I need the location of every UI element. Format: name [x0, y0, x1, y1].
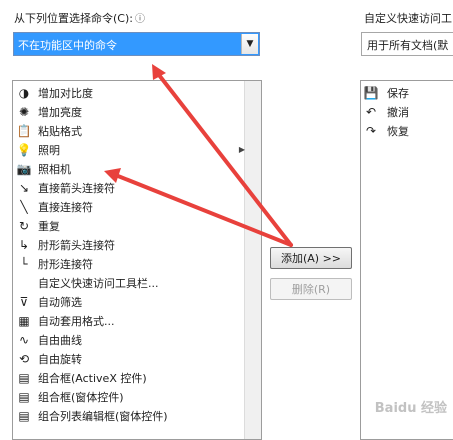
command-item-label: 肘形箭头连接符	[38, 238, 115, 252]
command-item[interactable]: ▦ 自动套用格式...	[14, 311, 244, 330]
lighting-icon: 💡	[16, 142, 32, 157]
command-item[interactable]: 自定义快速访问工具栏...	[14, 273, 244, 292]
command-item-label: 自动套用格式...	[38, 314, 115, 328]
command-item[interactable]: ↻ 重复	[14, 216, 244, 235]
choose-commands-label: 从下列位置选择命令(C): ⓘ	[14, 10, 145, 26]
redo-icon: ↷	[365, 123, 377, 138]
command-item[interactable]: ⊽ 自动筛选	[14, 292, 244, 311]
command-item-label: 组合框(ActiveX 控件)	[38, 371, 147, 385]
command-item[interactable]: ⟲ 自由旋转	[14, 349, 244, 368]
elbow-connector-icon: └	[20, 256, 28, 271]
command-item[interactable]: ↘ 直接箭头连接符	[14, 178, 244, 197]
command-item[interactable]: ↳ 肘形箭头连接符	[14, 235, 244, 254]
combo-form-icon: ▤	[18, 389, 30, 404]
command-item-label: 直接连接符	[38, 200, 93, 214]
add-button[interactable]: 添加(A) >>	[270, 247, 352, 269]
command-item-label: 组合框(窗体控件)	[38, 390, 124, 404]
watermark: Baidu 经验	[374, 401, 447, 416]
autofilter-icon: ⊽	[19, 294, 29, 309]
remove-button[interactable]: 删除(R)	[270, 278, 352, 300]
command-item-label: 增加亮度	[38, 105, 82, 119]
command-item[interactable]: ✺ 增加亮度	[14, 102, 244, 121]
combo-activex-icon: ▤	[18, 370, 30, 385]
document-scope-select[interactable]: 用于所有文档(默	[361, 32, 453, 56]
command-item-label: 自由旋转	[38, 352, 82, 366]
repeat-icon: ↻	[18, 218, 30, 233]
qat-item[interactable]: 💾 保存	[363, 83, 409, 102]
command-item[interactable]: ▤ 组合列表编辑框(窗体控件)	[14, 406, 244, 425]
chevron-down-icon[interactable]: ▼	[241, 34, 258, 54]
qat-item[interactable]: ↶ 撤消	[363, 102, 409, 121]
command-source-value: 不在功能区中的命令	[18, 39, 117, 52]
document-scope-value: 用于所有文档(默	[367, 39, 449, 52]
quick-access-toolbar-list[interactable]: 💾 保存 ↶ 撤消 ↷ 恢复	[360, 80, 453, 440]
command-list-scrollbar[interactable]	[244, 81, 261, 439]
elbow-arrow-connector-icon: ↳	[18, 237, 30, 252]
command-item-label: 肘形连接符	[38, 257, 93, 271]
command-item-label: 照明	[38, 143, 60, 157]
command-item-label: 重复	[38, 219, 60, 233]
autoformat-icon: ▦	[18, 313, 30, 328]
command-item[interactable]: ∿ 自由曲线	[14, 330, 244, 349]
straight-connector-icon: ╲	[20, 199, 28, 214]
qat-item-label: 保存	[387, 86, 409, 100]
arrow-connector-icon: ↘	[18, 180, 30, 195]
qat-item-label: 撤消	[387, 105, 409, 119]
undo-icon: ↶	[365, 104, 377, 119]
customize-qat-label: 自定义快速访问工	[364, 12, 452, 25]
command-item-label: 自定义快速访问工具栏...	[38, 276, 159, 290]
command-item[interactable]: ▤ 组合框(ActiveX 控件)	[14, 368, 244, 387]
command-item[interactable]: 💡 照明 ▶	[14, 140, 245, 159]
command-item-label: 自由曲线	[38, 333, 82, 347]
info-icon: ⓘ	[134, 14, 145, 25]
combo-list-edit-icon: ▤	[18, 408, 30, 423]
command-item[interactable]: 📷 照相机	[14, 159, 244, 178]
command-item[interactable]: 📋 粘贴格式	[14, 121, 244, 140]
choose-commands-text: 从下列位置选择命令(C):	[14, 12, 133, 25]
command-item[interactable]: ▤ 组合框(窗体控件)	[14, 387, 244, 406]
save-icon: 💾	[363, 85, 379, 100]
command-list[interactable]: ◑ 增加对比度 ✺ 增加亮度 📋 粘贴格式 💡 照明 ▶ 📷 照相机 ↘ 直接箭头连接符 ╲ 直接连接符 ↻ 重…	[12, 80, 262, 440]
command-item-label: 直接箭头连接符	[38, 181, 115, 195]
command-item-label: 自动筛选	[38, 295, 82, 309]
freeform-icon: ∿	[18, 332, 30, 347]
command-source-select[interactable]: 不在功能区中的命令 ▼	[13, 32, 260, 56]
command-item[interactable]: └ 肘形连接符	[14, 254, 244, 273]
command-item-label: 增加对比度	[38, 86, 93, 100]
command-item[interactable]: ╲ 直接连接符	[14, 197, 244, 216]
paste-format-icon: 📋	[16, 123, 32, 138]
command-item-label: 照相机	[38, 162, 71, 176]
free-rotate-icon: ⟲	[18, 351, 30, 366]
command-item[interactable]: ◑ 增加对比度	[14, 83, 244, 102]
command-item-label: 粘贴格式	[38, 124, 82, 138]
qat-item-label: 恢复	[387, 124, 409, 138]
qat-item[interactable]: ↷ 恢复	[363, 121, 409, 140]
command-item-label: 组合列表编辑框(窗体控件)	[38, 409, 168, 423]
camera-icon: 📷	[16, 161, 32, 176]
brightness-icon: ✺	[18, 104, 30, 119]
blank-icon	[16, 275, 32, 291]
submenu-arrow-icon: ▶	[238, 145, 245, 154]
contrast-icon: ◑	[18, 85, 30, 100]
